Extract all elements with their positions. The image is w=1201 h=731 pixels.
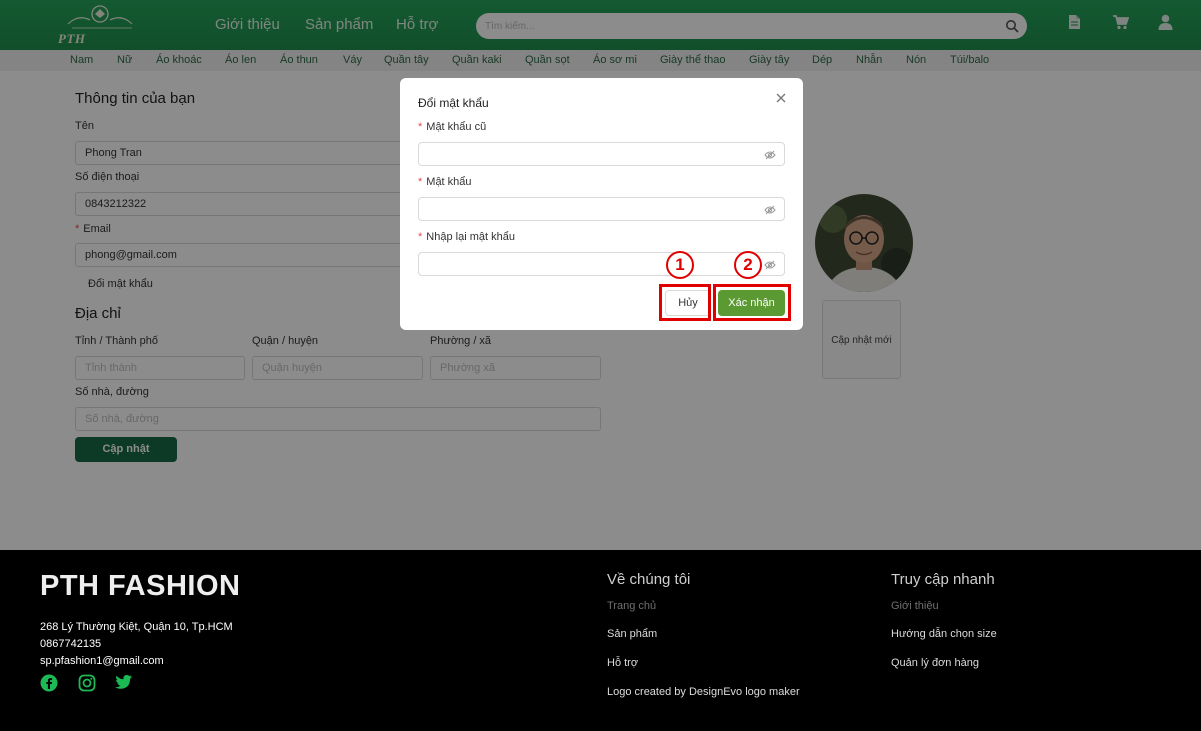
eye-invisible-icon[interactable] bbox=[764, 204, 776, 216]
eye-invisible-icon[interactable] bbox=[764, 149, 776, 161]
cancel-highlight-box bbox=[659, 284, 711, 321]
footer-link-home[interactable]: Trang chủ bbox=[607, 600, 656, 612]
instagram-icon[interactable] bbox=[78, 674, 96, 692]
old-password-label: * Mật khẩu cũ bbox=[418, 121, 487, 133]
eye-invisible-icon[interactable] bbox=[764, 259, 776, 271]
new-password-input[interactable] bbox=[418, 197, 785, 221]
footer-email: sp.pfashion1@gmail.com bbox=[40, 655, 164, 667]
step-marker-2: 2 bbox=[734, 251, 762, 279]
footer-logo-credit[interactable]: Logo created by DesignEvo logo maker bbox=[607, 686, 800, 698]
close-icon[interactable] bbox=[775, 92, 787, 104]
old-password-input[interactable] bbox=[418, 142, 785, 166]
facebook-icon[interactable] bbox=[40, 674, 58, 692]
footer-about-title: Về chúng tôi bbox=[607, 571, 691, 588]
site-footer: PTH FASHION 268 Lý Thường Kiệt, Quận 10,… bbox=[0, 550, 1201, 731]
twitter-icon[interactable] bbox=[115, 674, 133, 690]
footer-brand: PTH FASHION bbox=[40, 570, 241, 602]
footer-quick-title: Truy cập nhanh bbox=[891, 571, 995, 588]
change-password-dialog: Đổi mật khẩu * Mật khẩu cũ * Mật khẩu * Nhậ… bbox=[400, 78, 803, 330]
footer-link-support[interactable]: Hỗ trợ bbox=[607, 657, 638, 669]
footer-link-size-guide[interactable]: Hướng dẫn chọn size bbox=[891, 628, 997, 640]
confirm-password-label: * Nhập lại mật khẩu bbox=[418, 231, 515, 243]
confirm-highlight-box bbox=[713, 284, 791, 321]
confirm-password-input[interactable] bbox=[418, 252, 785, 276]
footer-phone: 0867742135 bbox=[40, 638, 102, 650]
footer-link-orders[interactable]: Quản lý đơn hàng bbox=[891, 657, 979, 669]
dialog-title: Đổi mật khẩu bbox=[418, 96, 489, 110]
footer-link-products[interactable]: Sản phẩm bbox=[607, 628, 657, 640]
step-marker-1: 1 bbox=[666, 251, 694, 279]
footer-address: 268 Lý Thường Kiệt, Quận 10, Tp.HCM bbox=[40, 621, 233, 633]
footer-link-about[interactable]: Giới thiệu bbox=[891, 600, 939, 612]
new-password-label: * Mật khẩu bbox=[418, 176, 472, 188]
